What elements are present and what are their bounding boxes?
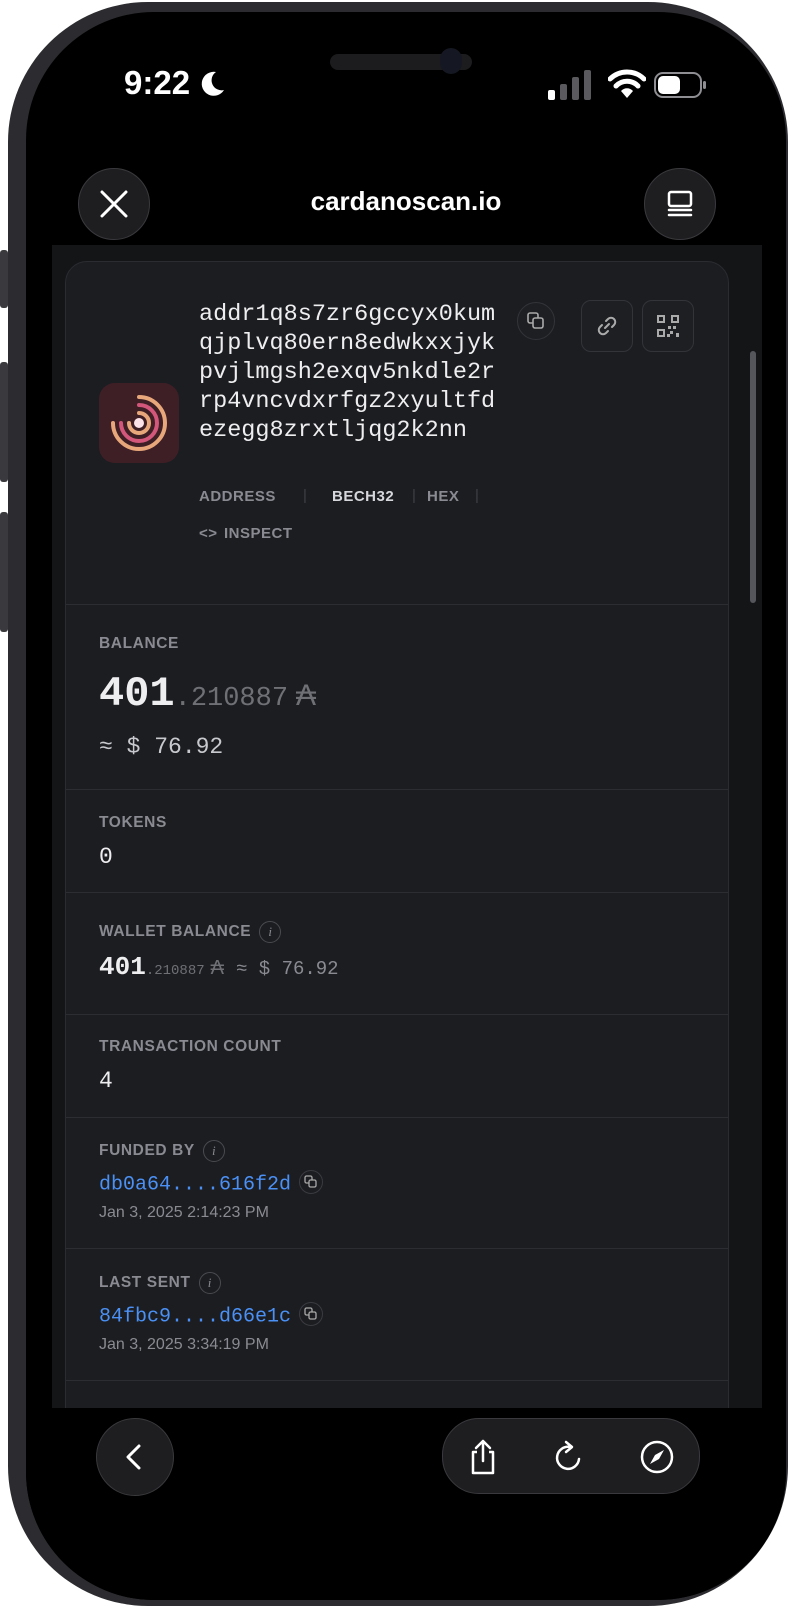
share-link-button[interactable]	[581, 300, 633, 352]
divider	[66, 1014, 728, 1015]
tabs-icon	[667, 190, 693, 217]
transaction-count-label: TRANSACTION COUNT	[99, 1038, 282, 1055]
divider	[66, 604, 728, 605]
divider	[66, 892, 728, 893]
address-card: addr1q8s7zr6gccyx0kumqjplvq80ern8edwkxxj…	[65, 261, 729, 1417]
wallet-balance-label: WALLET BALANCE i	[99, 921, 282, 943]
qr-code-icon	[657, 315, 679, 337]
balance-integer: 401	[99, 670, 175, 718]
back-button[interactable]	[96, 1418, 174, 1496]
transaction-count-value: 4	[99, 1068, 113, 1094]
last-sent-date: Jan 3, 2025 3:34:19 PM	[99, 1336, 269, 1353]
screen: 9:22 cardanoscan.io addr1q8s7zr6gccyx0ku…	[26, 12, 786, 1600]
ada-symbol: ₳	[210, 957, 224, 979]
browser-actions-pill	[442, 1418, 700, 1494]
tokens-value: 0	[99, 844, 113, 870]
tokens-label: TOKENS	[99, 814, 167, 831]
tag-separator: |	[475, 487, 480, 504]
funded-by-date: Jan 3, 2025 2:14:23 PM	[99, 1204, 269, 1221]
divider	[66, 789, 728, 790]
wallet-balance-value: 401.210887 ₳ ≈ $ 76.92	[99, 952, 339, 982]
moon-icon	[201, 71, 224, 96]
last-sent-label: LAST SENT i	[99, 1272, 221, 1294]
funded-by-label-text: FUNDED BY	[99, 1142, 195, 1160]
link-icon	[597, 316, 617, 336]
volume-up-button	[0, 362, 8, 482]
battery-icon	[654, 72, 706, 98]
funded-by-label: FUNDED BY i	[99, 1140, 225, 1162]
wifi-icon	[608, 69, 646, 98]
balance-label: BALANCE	[99, 635, 179, 652]
tag-separator: |	[303, 487, 308, 504]
wallet-balance-label-text: WALLET BALANCE	[99, 923, 252, 941]
action-button	[0, 250, 8, 308]
qr-code-button[interactable]	[642, 300, 694, 352]
address-text: addr1q8s7zr6gccyx0kumqjplvq80ern8edwkxxj…	[199, 301, 496, 444]
info-icon[interactable]: i	[202, 1140, 225, 1162]
wallet-balance-usd: ≈ $ 76.92	[235, 958, 339, 980]
share-icon[interactable]	[463, 1437, 503, 1477]
volume-down-button	[0, 512, 8, 632]
code-icon: <>	[199, 525, 218, 542]
clock: 9:22	[124, 64, 191, 101]
browser-top-bar: cardanoscan.io	[26, 142, 786, 252]
divider	[66, 1380, 728, 1381]
reload-icon[interactable]	[549, 1437, 589, 1477]
divider	[66, 1117, 728, 1118]
inspect-label: INSPECT	[224, 525, 293, 542]
balance-value: 401.210887 ₳	[99, 670, 316, 718]
tabs-button[interactable]	[644, 168, 716, 240]
browser-bottom-bar	[26, 1408, 786, 1600]
last-sent-row: 84fbc9....d66e1c	[99, 1302, 324, 1328]
ada-symbol: ₳	[296, 679, 317, 712]
balance-usd: ≈ $ 76.92	[99, 734, 224, 760]
compass-icon[interactable]	[637, 1437, 677, 1477]
camera	[440, 48, 462, 74]
phone-frame: 9:22 cardanoscan.io addr1q8s7zr6gccyx0ku…	[0, 2, 788, 1606]
funded-by-row: db0a64....616f2d	[99, 1170, 324, 1196]
info-icon[interactable]: i	[198, 1272, 221, 1294]
funded-by-hash-link[interactable]: db0a64....616f2d	[99, 1173, 291, 1196]
last-sent-label-text: LAST SENT	[99, 1274, 191, 1292]
page-domain: cardanoscan.io	[310, 186, 502, 216]
info-icon[interactable]: i	[259, 921, 282, 943]
close-icon	[100, 190, 128, 218]
last-sent-hash-link[interactable]: 84fbc9....d66e1c	[99, 1305, 291, 1328]
close-button[interactable]	[78, 168, 150, 240]
wallet-balance-decimal: .210887	[145, 963, 205, 979]
cellular-signal-icon	[548, 70, 591, 100]
tag-separator: |	[412, 487, 417, 504]
web-page[interactable]: addr1q8s7zr6gccyx0kumqjplvq80ern8edwkxxj…	[52, 245, 762, 1417]
cardanoscan-logo-icon	[99, 383, 179, 463]
divider	[66, 1248, 728, 1249]
tag-hex[interactable]: HEX	[427, 488, 459, 505]
tag-bech32[interactable]: BECH32	[332, 488, 394, 505]
copy-icon	[527, 312, 544, 329]
balance-decimal: .210887	[174, 684, 289, 714]
wallet-balance-integer: 401	[99, 952, 146, 982]
chevron-left-icon	[126, 1444, 141, 1470]
tag-address: ADDRESS	[199, 488, 276, 505]
status-bar: 9:22	[26, 12, 786, 142]
scrollbar[interactable]	[750, 351, 756, 603]
copy-address-button[interactable]	[517, 302, 555, 340]
copy-icon[interactable]	[299, 1170, 324, 1194]
copy-icon[interactable]	[299, 1302, 324, 1326]
